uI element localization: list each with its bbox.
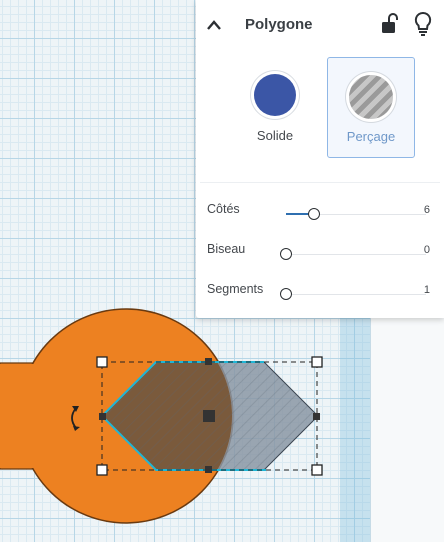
- slider-thumb[interactable]: [308, 208, 320, 220]
- property-row-sides: Côtés 6: [196, 202, 444, 242]
- side-handle-right[interactable]: [313, 413, 320, 420]
- property-value[interactable]: 0: [424, 244, 430, 256]
- slider-track[interactable]: [286, 294, 426, 295]
- solid-mode-button[interactable]: Solide: [242, 60, 308, 156]
- panel-divider: [200, 182, 440, 183]
- property-value[interactable]: 6: [424, 204, 430, 216]
- chevron-up-icon[interactable]: [204, 15, 224, 35]
- corner-handle-bottom-left[interactable]: [96, 464, 108, 476]
- lightbulb-icon[interactable]: [413, 11, 433, 37]
- slider-track[interactable]: [286, 254, 426, 255]
- property-row-segments: Segments 1: [196, 282, 444, 322]
- unlock-icon[interactable]: [380, 13, 400, 35]
- property-label: Biseau: [207, 242, 246, 256]
- solid-mode-label: Solide: [256, 128, 294, 143]
- slider-thumb[interactable]: [280, 248, 292, 260]
- hole-pattern-swatch: [349, 75, 393, 119]
- corner-handle-top-left[interactable]: [96, 356, 108, 368]
- side-handle-bottom[interactable]: [205, 466, 212, 473]
- corner-handle-bottom-right[interactable]: [311, 464, 323, 476]
- solid-color-swatch: [254, 74, 296, 116]
- panel-header: Polygone: [196, 0, 444, 50]
- panel-title: Polygone: [245, 16, 313, 33]
- property-label: Côtés: [207, 202, 240, 216]
- corner-handle-top-right[interactable]: [311, 356, 323, 368]
- property-label: Segments: [207, 282, 264, 296]
- slider-thumb[interactable]: [280, 288, 292, 300]
- hole-mode-button[interactable]: Perçage: [327, 57, 415, 158]
- side-handle-left[interactable]: [99, 413, 106, 420]
- property-row-bevel: Biseau 0: [196, 242, 444, 282]
- side-handle-top[interactable]: [205, 358, 212, 365]
- property-value[interactable]: 1: [424, 284, 430, 296]
- center-handle[interactable]: [203, 410, 215, 422]
- hole-mode-label: Perçage: [346, 129, 396, 144]
- inspector-panel: Polygone Solide Perçage Côtés 6 Biseau 0…: [196, 0, 444, 318]
